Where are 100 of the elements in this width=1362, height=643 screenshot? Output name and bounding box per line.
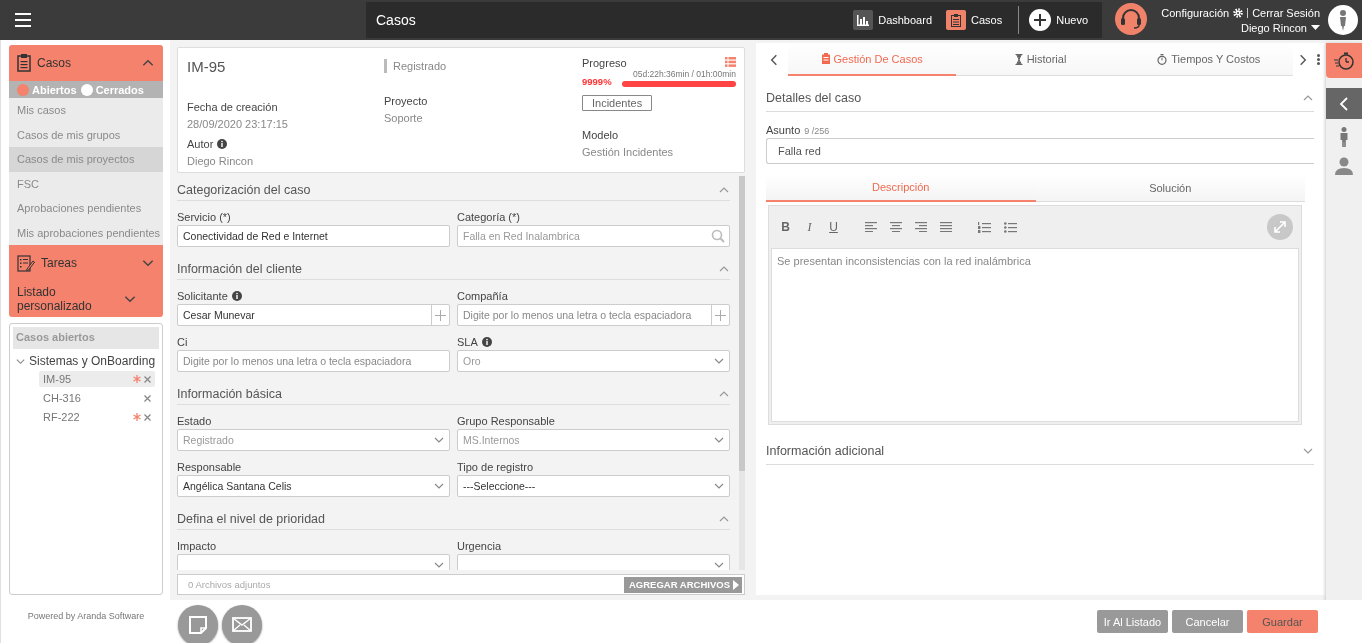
section-header[interactable]: Listado personalizado [9,281,163,317]
sidebar-item[interactable]: Aprobaciones pendientes [9,196,163,221]
section-title: Detalles del caso [766,90,863,105]
mail-icon [232,617,252,632]
italic-button[interactable]: I [801,218,818,236]
headset-icon[interactable] [1114,3,1148,37]
clipboard-icon [951,13,961,27]
person-icon[interactable] [1339,127,1349,147]
progress-time: 05d:22h:36min / 01h:00min [631,69,736,79]
justify-icon[interactable] [940,222,952,232]
user-icon[interactable] [1335,157,1353,175]
plus-icon [715,309,726,321]
settings-link[interactable]: Configuración [1161,6,1230,19]
stopwatch-icon [1334,50,1354,71]
add-button[interactable] [711,305,729,325]
caret-down-icon[interactable] [1311,24,1320,31]
section-title: Información adicional [766,443,886,458]
note-icon [188,614,208,635]
plus-circle-icon [1029,9,1052,31]
field-label: Fecha de creación [187,101,279,113]
field-label: Ci [177,336,188,348]
stopwatch-icon [1157,53,1168,65]
section-header[interactable]: Tareas [9,245,163,281]
field-label: Grupo Responsable [457,415,555,427]
bullet-list-icon[interactable] [1004,221,1017,233]
close-icon[interactable] [144,413,151,421]
field-value: Diego Rincon [187,155,255,167]
nav-button[interactable]: Dashboard [849,6,936,34]
action-button[interactable]: Cancelar [1172,610,1243,633]
text-field[interactable]: Digite por lo menos una letra o tecla espaciadora [177,350,450,372]
sidebar-item[interactable]: Casos de mis proyectos [9,147,163,172]
bold-button[interactable]: B [777,218,794,236]
subject-field[interactable]: Falla red [766,138,1314,164]
hourglass-icon [1014,53,1023,65]
character-counter: 9 /256 [804,126,830,136]
align-right-icon[interactable] [915,222,927,232]
mail-button[interactable] [222,604,262,643]
open-case-item[interactable]: IM-95 [39,371,155,387]
progress-percent: 9999% [582,76,612,87]
dropdown[interactable]: ---Seleccione--- [457,475,730,497]
sidebar-item[interactable]: Casos de mis grupos [9,122,163,147]
nav-button[interactable]: Casos [942,6,1007,34]
logout-link[interactable]: Cerrar Sesión [1252,6,1320,19]
field-label: Impacto [177,540,217,552]
field-label: Estado [177,415,212,427]
underline-button[interactable]: U [825,218,842,236]
status-label: Registrado [384,59,582,73]
more-icon[interactable] [1317,54,1320,65]
section-title: Información básica [177,386,283,401]
menu-icon[interactable] [15,13,31,27]
field-label: Asunto [766,124,801,136]
add-files-button[interactable]: AGREGAR ARCHIVOS [624,576,742,593]
align-left-icon[interactable] [865,222,877,232]
numbered-list-icon[interactable] [978,221,991,233]
add-button[interactable] [431,305,449,325]
collapse-button[interactable] [1326,88,1362,119]
text-field[interactable]: Conectividad de Red e Internet [177,225,450,247]
tree-group[interactable]: Sistemas y OnBoarding [29,354,156,368]
note-button[interactable] [178,604,218,643]
asterisk-icon[interactable] [133,413,141,421]
panel-header: Casos abiertos [13,327,159,349]
nav-button[interactable]: Nuevo [1018,6,1092,34]
triangle-right-icon [733,579,739,590]
text-field[interactable]: Digite por lo menos una letra o tecla espaciadora [457,304,730,326]
search-icon [711,229,725,243]
avatar-icon[interactable] [1328,5,1358,35]
type-tag: Incidentes [582,95,653,111]
page-title: Casos [376,12,416,28]
close-icon[interactable] [144,375,151,383]
asterisk-icon[interactable] [133,375,141,383]
field-label: Servicio (*) [177,211,231,223]
sidebar-item[interactable]: FSC [9,171,163,196]
close-icon[interactable] [144,394,151,402]
section-header[interactable]: Casos [9,45,163,81]
field-label: SLA [457,336,478,348]
task-list-icon [17,254,35,272]
section-title: Categorización del caso [177,182,312,197]
field-label: Modelo [582,129,620,141]
section-title: Información del cliente [177,261,304,276]
dropdown[interactable]: Angélica Santana Celis [177,475,450,497]
field-label: Progreso [582,57,627,69]
field-value: Gestión Incidentes [582,146,675,158]
info-icon [217,139,228,149]
clipboard-icon [17,54,31,72]
description-text[interactable]: Se presentan inconsistencias con la red inalámbrica [771,248,1299,422]
list-icon[interactable] [725,57,736,67]
sidebar-item[interactable]: Mis aprobaciones pendientes [9,220,163,245]
text-field[interactable]: Cesar Munevar [177,304,450,326]
field-label: Tipo de registro [457,461,534,473]
attachments-count: 0 Archivos adjuntos [188,579,272,590]
open-case-item[interactable]: CH-316 [39,390,155,406]
sidebar-item[interactable]: Mis casos [9,98,163,123]
user-name[interactable]: Diego Rincon [1240,21,1307,34]
open-case-item[interactable]: RF-222 [39,409,155,425]
action-button[interactable]: Ir Al Listado [1097,610,1168,633]
action-button[interactable]: Guardar [1247,610,1318,633]
align-center-icon[interactable] [890,222,902,232]
field-label: Categoría (*) [457,211,520,223]
clipboard-icon [821,53,830,64]
timer-button[interactable] [1326,43,1362,78]
